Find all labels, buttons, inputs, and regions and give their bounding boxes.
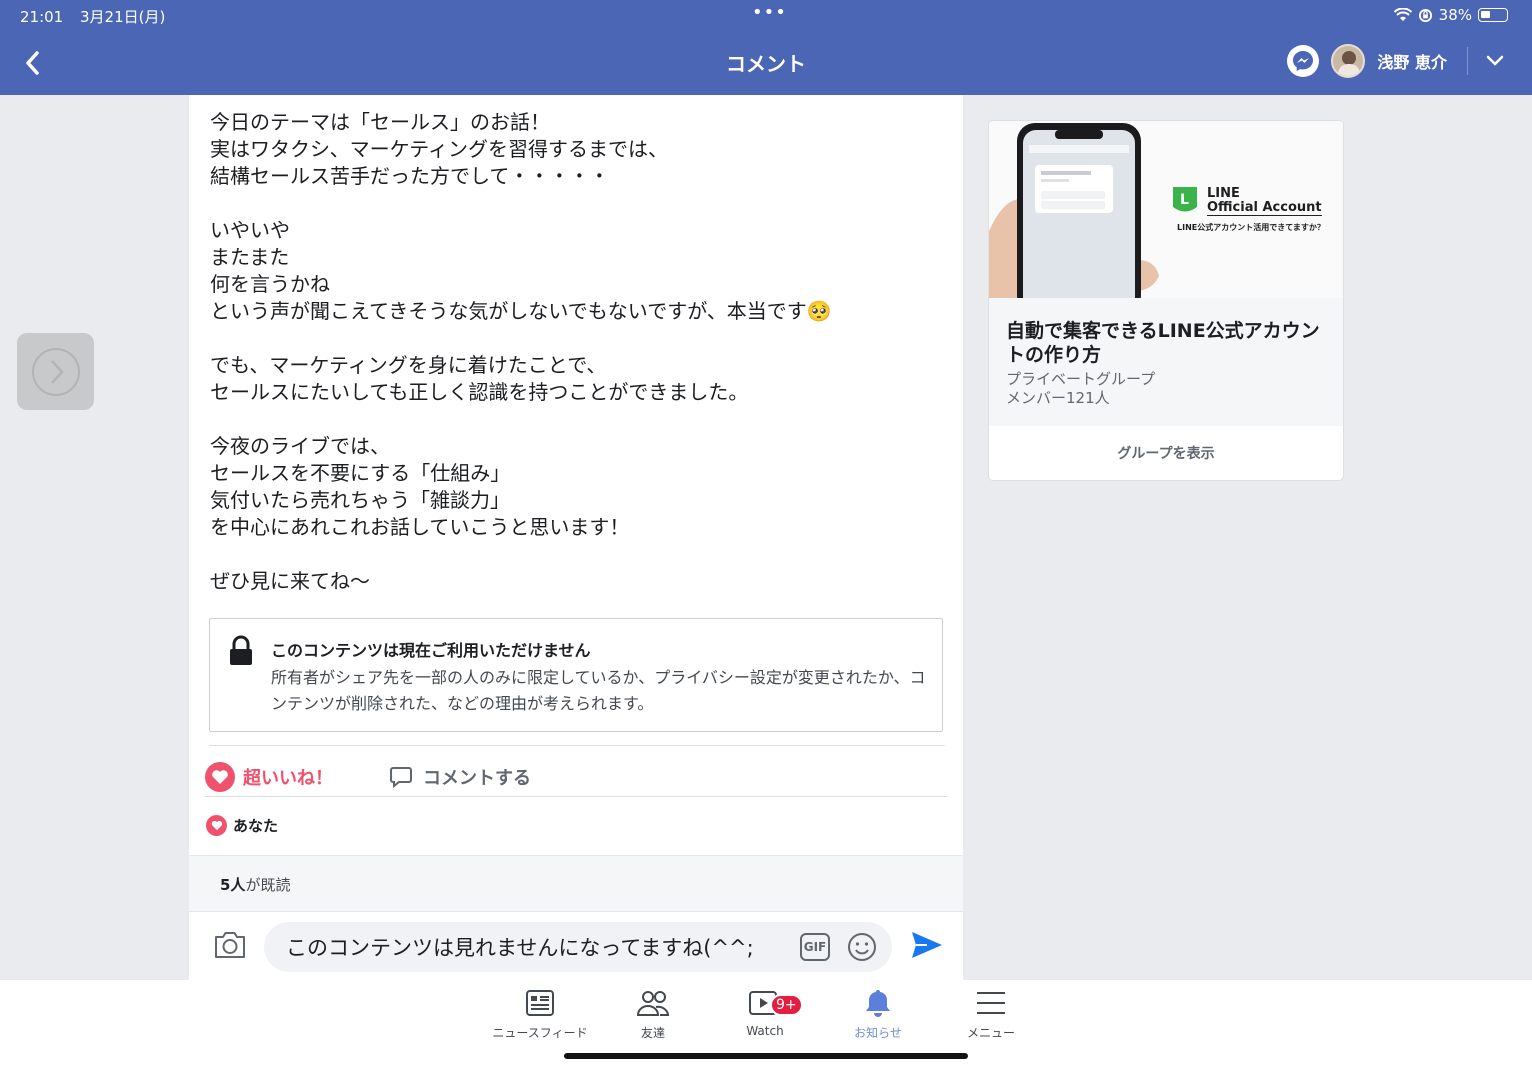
chevron-right-icon [31,347,80,396]
group-card[interactable]: L LINE Official Account LINE公式アカウント活用できて… [989,121,1343,480]
post-card: 今日のテーマは「セールス」のお話！ 実はワタクシ、マーケティングを習得するまでは… [189,95,963,980]
avatar[interactable] [1331,44,1366,78]
top-bar: 21:01 3月21日(月) ••• 38% コメント 浅野 恵介 [0,0,1532,95]
camera-button[interactable] [213,930,247,964]
lock-icon [230,635,252,665]
next-post-button[interactable] [17,333,94,410]
comment-button-label: コメントする [423,768,531,789]
seen-count: 5人 [220,876,246,894]
comment-input[interactable] [264,922,892,972]
group-cover-image: L LINE Official Account LINE公式アカウント活用できて… [989,121,1343,298]
tab-label: Watch [746,1024,784,1038]
group-title[interactable]: 自動で集客できるLINE公式アカウントの作り方 [1006,319,1336,367]
tab-label: お知らせ [854,1026,902,1040]
seen-suffix: が既読 [245,876,291,894]
nav-right: 浅野 恵介 [1287,44,1510,78]
reactors-row[interactable]: あなた [206,815,278,836]
seen-by-label: 5人が既読 [220,874,290,895]
multitask-dots-icon[interactable]: ••• [752,2,787,23]
seen-by-band[interactable]: 5人が既読 [189,855,963,911]
menu-icon [977,992,1005,1014]
notification-badge: 9+ [770,994,803,1016]
group-members: メンバー121人 [1006,389,1110,407]
messenger-button[interactable] [1287,45,1320,77]
love-reaction-button[interactable]: 超いいね！ [205,762,333,792]
wifi-icon [1393,8,1412,21]
tab-newsfeed[interactable]: ニュースフィード [485,988,595,1041]
gif-button[interactable]: GIF [800,933,830,961]
divider [209,745,945,746]
reactors-label: あなた [233,817,279,835]
tab-label: ニュースフィード [492,1026,588,1040]
send-icon [912,932,942,958]
chevron-down-icon [1486,55,1504,66]
cover-brand-sub: Official Account [1207,200,1322,216]
battery-icon [1478,8,1508,22]
divider [1467,47,1468,75]
emoji-button[interactable] [847,932,877,966]
view-group-button[interactable]: グループを表示 [989,426,1343,480]
tab-watch[interactable]: 9+ Watch [710,988,820,1038]
send-button[interactable] [911,930,943,964]
tab-menu[interactable]: メニュー [936,988,1046,1041]
user-name[interactable]: 浅野 恵介 [1377,49,1447,73]
smiley-icon [848,933,876,961]
account-dropdown-button[interactable] [1480,55,1510,67]
group-info: 自動で集客できるLINE公式アカウントの作り方 プライベートグループ メンバー1… [989,298,1343,426]
comment-composer: GIF [189,911,963,980]
clock: 21:01 [20,8,64,26]
divider [205,796,947,797]
messenger-icon [1293,51,1314,71]
cover-tagline: LINE公式アカウント活用できてますか？ [1177,223,1325,232]
bell-icon [866,990,890,1017]
home-indicator[interactable] [564,1053,968,1059]
group-privacy: プライベートグループ [1006,370,1156,388]
battery-percent: 38% [1438,6,1472,24]
unavailable-title: このコンテンツは現在ご利用いただけません [271,641,591,660]
status-date: 3月21日(月) [80,8,166,26]
post-body: 今日のテーマは「セールス」のお話！ 実はワタクシ、マーケティングを習得するまでは… [210,110,832,593]
cover-brand: LINE [1207,186,1240,201]
tab-label: メニュー [966,1026,1015,1040]
friends-icon [636,991,670,1016]
camera-icon [215,932,245,958]
tab-notifications[interactable]: お知らせ [823,988,933,1041]
status-time: 21:01 3月21日(月) [20,6,165,27]
unavailable-attachment: このコンテンツは現在ご利用いただけません 所有者がシェア先を一部の人のみに限定し… [209,618,943,732]
newsfeed-icon [526,990,554,1016]
comment-bubble-icon [390,767,412,789]
unavailable-description: 所有者がシェア先を一部の人のみに限定しているか、プライバシー設定が変更されたか、… [271,668,926,713]
comment-button[interactable]: コメントする [389,764,531,790]
status-right: 38% [1393,6,1508,24]
orientation-lock-icon [1418,8,1432,22]
love-reaction-label: 超いいね！ [243,768,333,789]
post-actions: 超いいね！ コメントする [205,755,531,799]
love-icon [205,762,235,792]
tab-friends[interactable]: 友達 [598,988,708,1041]
love-icon [206,815,227,836]
tab-label: 友達 [640,1026,665,1040]
svg-text:L: L [1180,192,1189,208]
